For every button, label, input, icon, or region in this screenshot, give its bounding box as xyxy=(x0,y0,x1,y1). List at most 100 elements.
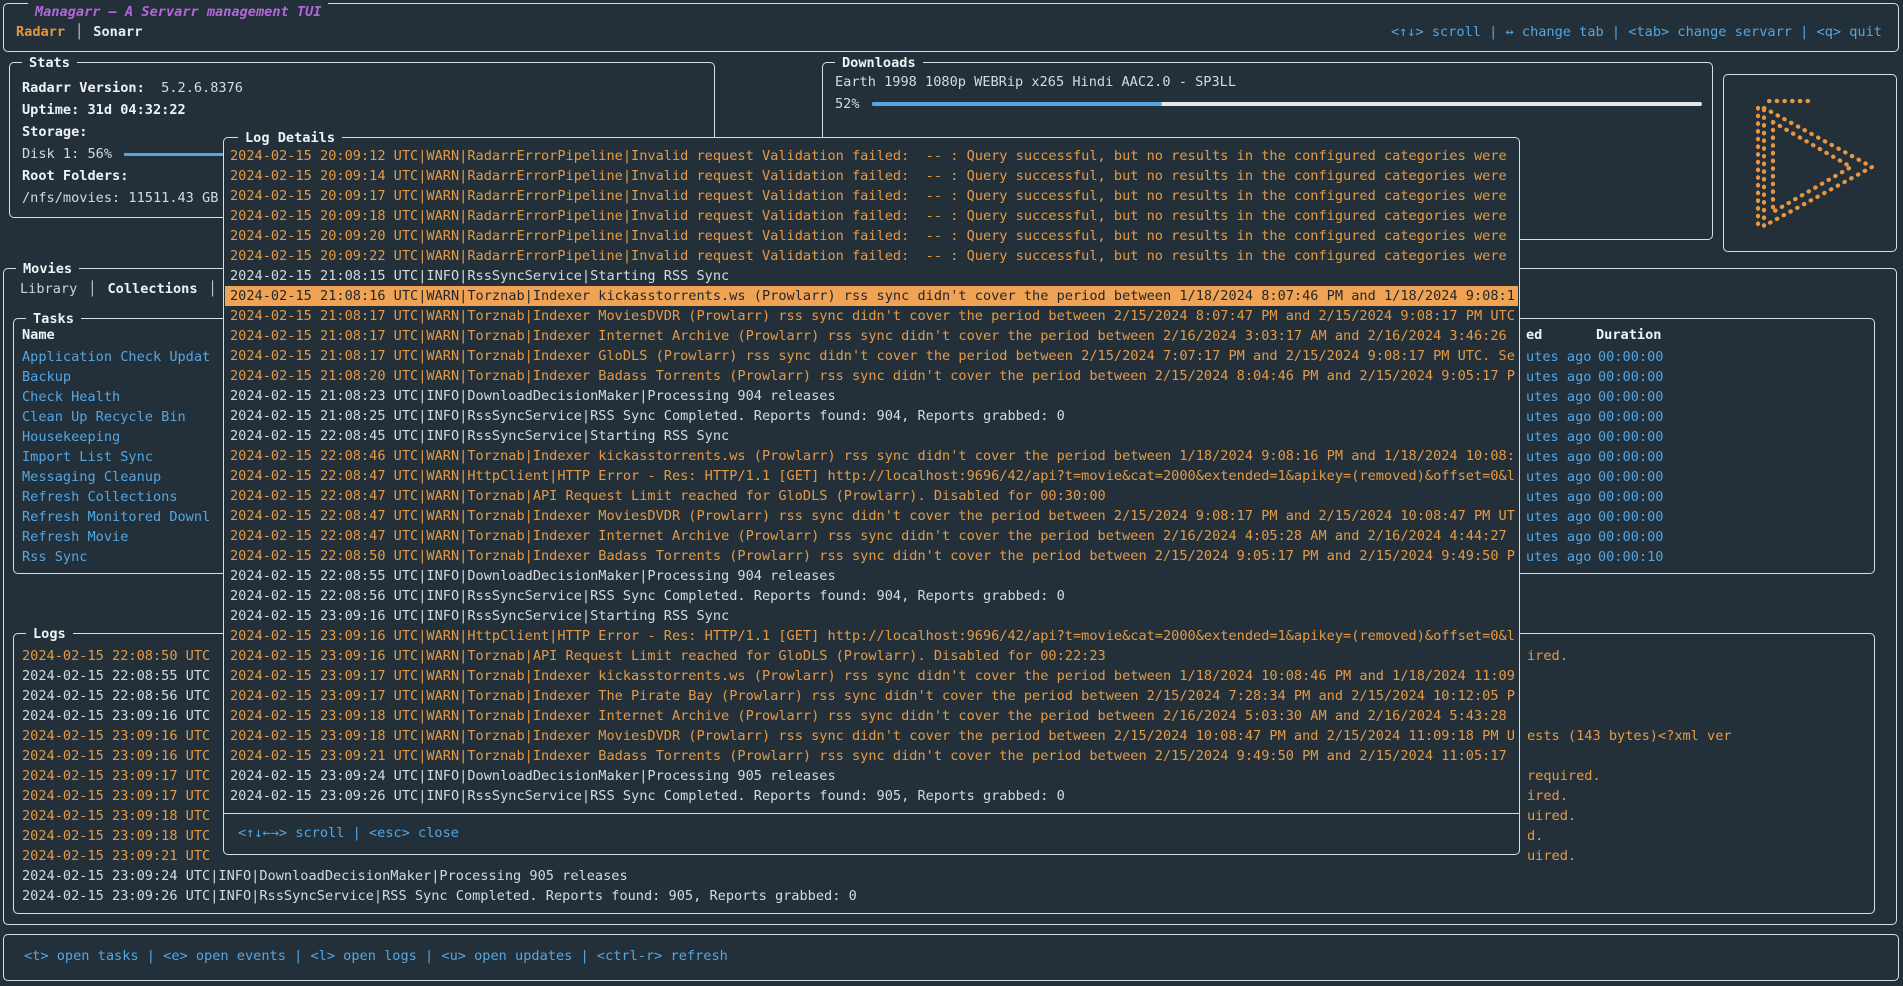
downloads-body: Earth 1998 1080p WEBRip x265 Hindi AAC2.… xyxy=(835,71,1702,115)
task-executed-fragment: utes ago xyxy=(1526,467,1591,487)
task-name: Application Check Updat xyxy=(22,349,210,365)
log-detail-line[interactable]: 2024-02-15 23:09:17 UTC|WARN|Torznab|Ind… xyxy=(225,686,1518,706)
task-name: Messaging Cleanup xyxy=(22,469,161,485)
log-row-text: 2024-02-15 22:08:55 UTC xyxy=(22,668,210,684)
log-details-lines[interactable]: 2024-02-15 20:09:12 UTC|WARN|RadarrError… xyxy=(225,146,1518,806)
task-name: Refresh Movie xyxy=(22,529,128,545)
log-row-text: 2024-02-15 23:09:16 UTC xyxy=(22,748,210,764)
log-detail-line[interactable]: 2024-02-15 20:09:20 UTC|WARN|RadarrError… xyxy=(225,226,1518,246)
task-duration: 00:00:00 xyxy=(1598,407,1663,427)
log-row-text: 2024-02-15 23:09:18 UTC xyxy=(22,828,210,844)
task-name: Clean Up Recycle Bin xyxy=(22,409,186,425)
log-detail-line[interactable]: 2024-02-15 23:09:21 UTC|WARN|Torznab|Ind… xyxy=(225,746,1518,766)
log-detail-line[interactable]: 2024-02-15 22:08:47 UTC|WARN|HttpClient|… xyxy=(225,466,1518,486)
log-detail-line[interactable]: 2024-02-15 23:09:16 UTC|INFO|RssSyncServ… xyxy=(225,606,1518,626)
task-name: Import List Sync xyxy=(22,449,153,465)
log-detail-line[interactable]: 2024-02-15 21:08:23 UTC|INFO|DownloadDec… xyxy=(225,386,1518,406)
log-row-text: 2024-02-15 23:09:16 UTC xyxy=(22,708,210,724)
download-item-title: Earth 1998 1080p WEBRip x265 Hindi AAC2.… xyxy=(835,71,1702,93)
log-row-right-fragment: uired. xyxy=(1527,846,1576,866)
tasks-name-header: Name xyxy=(22,327,55,343)
logs-popup-title: Logs xyxy=(26,624,73,644)
log-detail-line[interactable]: 2024-02-15 22:08:56 UTC|INFO|RssSyncServ… xyxy=(225,586,1518,606)
bottom-keybindings: <t> open tasks | <e> open events | <l> o… xyxy=(24,948,728,964)
task-name: Refresh Monitored Downl xyxy=(22,509,210,525)
log-detail-line[interactable]: 2024-02-15 22:08:55 UTC|INFO|DownloadDec… xyxy=(225,566,1518,586)
downloads-panel-title: Downloads xyxy=(835,53,923,73)
log-detail-line[interactable]: 2024-02-15 21:08:17 UTC|WARN|Torznab|Ind… xyxy=(225,306,1518,326)
log-detail-line[interactable]: 2024-02-15 22:08:45 UTC|INFO|RssSyncServ… xyxy=(225,426,1518,446)
log-detail-line[interactable]: 2024-02-15 21:08:20 UTC|WARN|Torznab|Ind… xyxy=(225,366,1518,386)
download-progress-row: 52% xyxy=(835,93,1702,115)
task-duration: 00:00:00 xyxy=(1598,367,1663,387)
log-detail-line[interactable]: 2024-02-15 21:08:17 UTC|WARN|Torznab|Ind… xyxy=(225,346,1518,366)
managarr-play-logo-icon xyxy=(1724,75,1896,251)
servarr-tab-sonarr[interactable]: Sonarr xyxy=(93,24,142,40)
log-details-footer-keybindings: <↑↓←→> scroll | <esc> close xyxy=(224,813,1519,855)
log-detail-line[interactable]: 2024-02-15 21:08:17 UTC|WARN|Torznab|Ind… xyxy=(225,326,1518,346)
task-name: Check Health xyxy=(22,389,120,405)
task-duration: 00:00:00 xyxy=(1598,347,1663,367)
task-executed-fragment: utes ago xyxy=(1526,367,1591,387)
log-row-text: 2024-02-15 23:09:21 UTC xyxy=(22,848,210,864)
log-row-text: 2024-02-15 22:08:50 UTC xyxy=(22,648,210,664)
log-detail-line[interactable]: 2024-02-15 21:08:15 UTC|INFO|RssSyncServ… xyxy=(225,266,1518,286)
log-detail-line[interactable]: 2024-02-15 23:09:18 UTC|WARN|Torznab|Ind… xyxy=(225,706,1518,726)
servarr-tab-radarr[interactable]: Radarr xyxy=(16,24,65,40)
movies-tab-library[interactable]: Library xyxy=(20,281,77,297)
movies-panel-title: Movies xyxy=(16,259,79,279)
download-progress-fill xyxy=(872,102,1163,106)
log-row-right-fragment: ired. xyxy=(1527,646,1568,666)
log-row-text: 2024-02-15 23:09:24 UTC|INFO|DownloadDec… xyxy=(22,868,628,884)
log-detail-line[interactable]: 2024-02-15 23:09:24 UTC|INFO|DownloadDec… xyxy=(225,766,1518,786)
top-keybindings: <↑↓> scroll | ↔ change tab | <tab> chang… xyxy=(1391,24,1882,40)
log-detail-line[interactable]: 2024-02-15 22:08:50 UTC|WARN|Torznab|Ind… xyxy=(225,546,1518,566)
log-detail-line[interactable]: 2024-02-15 22:08:47 UTC|WARN|Torznab|Ind… xyxy=(225,526,1518,546)
log-detail-line[interactable]: 2024-02-15 23:09:17 UTC|WARN|Torznab|Ind… xyxy=(225,666,1518,686)
task-executed-fragment: utes ago xyxy=(1526,407,1591,427)
task-name: Rss Sync xyxy=(22,549,87,565)
log-detail-line[interactable]: 2024-02-15 23:09:16 UTC|WARN|Torznab|API… xyxy=(225,646,1518,666)
log-row[interactable]: 2024-02-15 23:09:24 UTC|INFO|DownloadDec… xyxy=(22,866,1872,886)
log-detail-line[interactable]: 2024-02-15 20:09:22 UTC|WARN|RadarrError… xyxy=(225,246,1518,266)
movies-tab-collections[interactable]: Collections xyxy=(107,281,197,297)
radarr-version-label: Radarr Version: xyxy=(22,80,145,96)
download-progress-bar xyxy=(872,102,1702,106)
movies-tabs: Library│Collections│ xyxy=(20,281,228,297)
log-row-right-fragment: ests (143 bytes)<?xml ver xyxy=(1527,726,1732,746)
task-duration: 00:00:00 xyxy=(1598,467,1663,487)
log-detail-line[interactable]: 2024-02-15 23:09:18 UTC|WARN|Torznab|Ind… xyxy=(225,726,1518,746)
log-row-right-fragment: ired. xyxy=(1527,786,1568,806)
task-executed-fragment: utes ago xyxy=(1526,547,1591,567)
task-duration: 00:00:10 xyxy=(1598,547,1663,567)
log-details-modal: Log Details 2024-02-15 20:09:12 UTC|WARN… xyxy=(223,137,1520,855)
log-row-right-fragment: required. xyxy=(1527,766,1601,786)
log-detail-line[interactable]: 2024-02-15 23:09:16 UTC|WARN|HttpClient|… xyxy=(225,626,1518,646)
log-detail-line[interactable]: 2024-02-15 20:09:17 UTC|WARN|RadarrError… xyxy=(225,186,1518,206)
log-detail-line[interactable]: 2024-02-15 22:08:47 UTC|WARN|Torznab|API… xyxy=(225,486,1518,506)
log-detail-line[interactable]: 2024-02-15 22:08:46 UTC|WARN|Torznab|Ind… xyxy=(225,446,1518,466)
servarr-tabs: Radarr│Sonarr xyxy=(16,24,142,40)
radarr-version-number: 5.2.6.8376 xyxy=(161,80,243,96)
log-detail-line[interactable]: 2024-02-15 22:08:47 UTC|WARN|Torznab|Ind… xyxy=(225,506,1518,526)
log-detail-line[interactable]: 2024-02-15 20:09:14 UTC|WARN|RadarrError… xyxy=(225,166,1518,186)
log-detail-line-selected[interactable]: 2024-02-15 21:08:16 UTC|WARN|Torznab|Ind… xyxy=(225,286,1518,306)
task-name: Housekeeping xyxy=(22,429,120,445)
task-name: Backup xyxy=(22,369,71,385)
radarr-version: Radarr Version: 5.2.6.8376 xyxy=(22,77,704,99)
stats-panel-title: Stats xyxy=(22,53,77,73)
task-duration: 00:00:00 xyxy=(1598,447,1663,467)
task-executed-fragment: utes ago xyxy=(1526,527,1591,547)
logo-panel xyxy=(1723,74,1897,252)
log-detail-line[interactable]: 2024-02-15 20:09:12 UTC|WARN|RadarrError… xyxy=(225,146,1518,166)
help-bar: <t> open tasks | <e> open events | <l> o… xyxy=(3,934,1899,981)
log-row[interactable]: 2024-02-15 23:09:26 UTC|INFO|RssSyncServ… xyxy=(22,886,1872,906)
log-detail-line[interactable]: 2024-02-15 23:09:26 UTC|INFO|RssSyncServ… xyxy=(225,786,1518,806)
task-executed-fragment: utes ago xyxy=(1526,487,1591,507)
log-row-right-fragment: uired. xyxy=(1527,806,1576,826)
log-detail-line[interactable]: 2024-02-15 20:09:18 UTC|WARN|RadarrError… xyxy=(225,206,1518,226)
log-details-title: Log Details xyxy=(238,128,342,148)
log-detail-line[interactable]: 2024-02-15 21:08:25 UTC|INFO|RssSyncServ… xyxy=(225,406,1518,426)
task-duration: 00:00:00 xyxy=(1598,507,1663,527)
log-row-text: 2024-02-15 23:09:17 UTC xyxy=(22,788,210,804)
